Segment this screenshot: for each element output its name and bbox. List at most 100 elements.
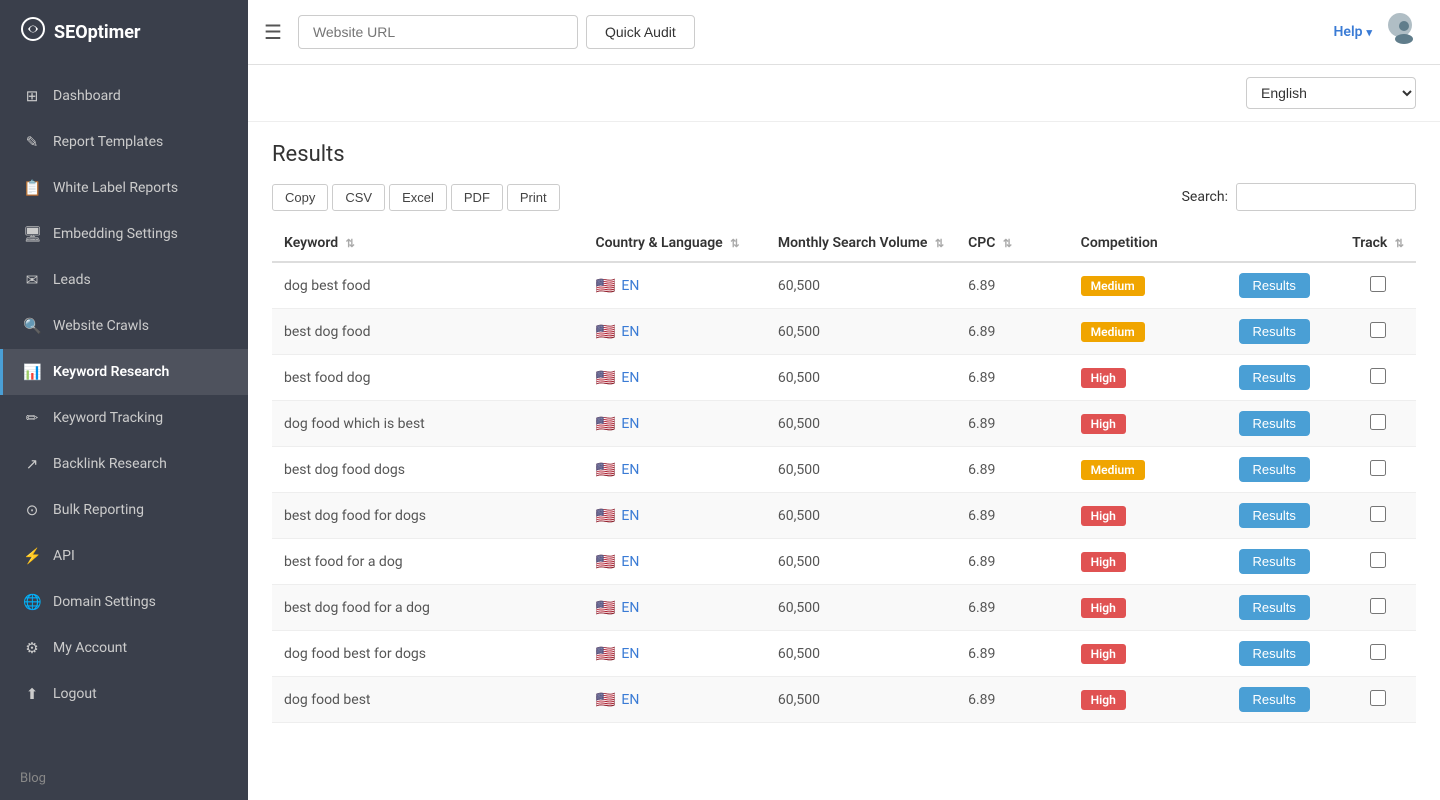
- results-section: Results CopyCSVExcelPDFPrint Search: Key…: [248, 122, 1440, 800]
- sidebar-icon-website-crawls: 🔍: [23, 317, 41, 335]
- hamburger-button[interactable]: ☰: [264, 20, 282, 44]
- header-right: Help ▾: [1334, 13, 1421, 52]
- table-row: best dog food🇺🇸EN60,5006.89MediumResults: [272, 309, 1416, 355]
- cell-competition: Medium: [1069, 262, 1227, 309]
- results-button[interactable]: Results: [1239, 319, 1310, 344]
- search-input[interactable]: [1236, 183, 1416, 211]
- flag-icon: 🇺🇸: [595, 598, 615, 617]
- header: SEOptimer ☰ Quick Audit Help ▾: [0, 0, 1440, 65]
- results-button[interactable]: Results: [1239, 365, 1310, 390]
- export-print-button[interactable]: Print: [507, 184, 560, 211]
- sidebar-icon-keyword-tracking: ✏: [23, 409, 41, 427]
- language-code: EN: [621, 646, 639, 662]
- cell-country: 🇺🇸EN: [583, 447, 765, 493]
- results-button[interactable]: Results: [1239, 641, 1310, 666]
- cell-competition: High: [1069, 677, 1227, 723]
- export-excel-button[interactable]: Excel: [389, 184, 447, 211]
- language-select[interactable]: EnglishSpanishFrenchGermanPortuguese: [1246, 77, 1416, 109]
- cell-volume: 60,500: [766, 539, 956, 585]
- sidebar-blog[interactable]: Blog: [0, 757, 248, 800]
- track-checkbox[interactable]: [1370, 552, 1386, 568]
- sidebar-icon-report-templates: ✎: [23, 133, 41, 151]
- track-checkbox[interactable]: [1370, 690, 1386, 706]
- sidebar-icon-domain-settings: 🌐: [23, 593, 41, 611]
- cell-competition: Medium: [1069, 309, 1227, 355]
- sidebar-item-embedding-settings[interactable]: 🖥Embedding Settings: [0, 211, 248, 257]
- cell-keyword: best dog food for dogs: [272, 493, 583, 539]
- sidebar-item-website-crawls[interactable]: 🔍Website Crawls: [0, 303, 248, 349]
- track-checkbox[interactable]: [1370, 644, 1386, 660]
- sort-track-icon[interactable]: ⇅: [1395, 237, 1404, 250]
- sidebar-icon-bulk-reporting: ⊙: [23, 501, 41, 519]
- quick-audit-button[interactable]: Quick Audit: [586, 15, 695, 49]
- results-button[interactable]: Results: [1239, 595, 1310, 620]
- sidebar-item-leads[interactable]: ✉Leads: [0, 257, 248, 303]
- col-header-results: [1227, 225, 1341, 262]
- results-button[interactable]: Results: [1239, 273, 1310, 298]
- sidebar-item-white-label-reports[interactable]: 📋White Label Reports: [0, 165, 248, 211]
- results-button[interactable]: Results: [1239, 503, 1310, 528]
- results-button[interactable]: Results: [1239, 411, 1310, 436]
- sidebar-item-bulk-reporting[interactable]: ⊙Bulk Reporting: [0, 487, 248, 533]
- language-code: EN: [621, 600, 639, 616]
- url-input[interactable]: [298, 15, 578, 49]
- cell-volume: 60,500: [766, 309, 956, 355]
- results-button[interactable]: Results: [1239, 549, 1310, 574]
- cell-keyword: dog food best: [272, 677, 583, 723]
- flag-icon: 🇺🇸: [595, 322, 615, 341]
- cell-track: [1340, 493, 1416, 539]
- export-buttons: CopyCSVExcelPDFPrint: [272, 184, 560, 211]
- cell-cpc: 6.89: [956, 262, 1069, 309]
- table-row: best dog food for dogs🇺🇸EN60,5006.89High…: [272, 493, 1416, 539]
- track-checkbox[interactable]: [1370, 414, 1386, 430]
- results-button[interactable]: Results: [1239, 457, 1310, 482]
- sidebar-item-keyword-tracking[interactable]: ✏Keyword Tracking: [0, 395, 248, 441]
- table-row: best food for a dog🇺🇸EN60,5006.89HighRes…: [272, 539, 1416, 585]
- user-avatar-button[interactable]: [1388, 13, 1420, 52]
- sidebar-item-keyword-research[interactable]: 📊Keyword Research: [0, 349, 248, 395]
- cell-volume: 60,500: [766, 447, 956, 493]
- competition-badge: High: [1081, 368, 1126, 388]
- flag-icon: 🇺🇸: [595, 414, 615, 433]
- cell-track: [1340, 401, 1416, 447]
- results-button[interactable]: Results: [1239, 687, 1310, 712]
- track-checkbox[interactable]: [1370, 276, 1386, 292]
- cell-competition: High: [1069, 401, 1227, 447]
- cell-results-btn: Results: [1227, 262, 1341, 309]
- track-checkbox[interactable]: [1370, 598, 1386, 614]
- competition-badge: High: [1081, 506, 1126, 526]
- sort-keyword-icon[interactable]: ⇅: [346, 237, 355, 250]
- sidebar-item-api[interactable]: ⚡API: [0, 533, 248, 579]
- export-pdf-button[interactable]: PDF: [451, 184, 503, 211]
- results-table-body: dog best food🇺🇸EN60,5006.89MediumResults…: [272, 262, 1416, 723]
- track-checkbox[interactable]: [1370, 322, 1386, 338]
- cell-results-btn: Results: [1227, 401, 1341, 447]
- cell-track: [1340, 447, 1416, 493]
- sort-cpc-icon[interactable]: ⇅: [1003, 237, 1012, 250]
- sort-volume-icon[interactable]: ⇅: [935, 237, 944, 250]
- table-row: dog food which is best🇺🇸EN60,5006.89High…: [272, 401, 1416, 447]
- sidebar-item-backlink-research[interactable]: ↗Backlink Research: [0, 441, 248, 487]
- sidebar-item-domain-settings[interactable]: 🌐Domain Settings: [0, 579, 248, 625]
- sidebar-item-my-account[interactable]: ⚙My Account: [0, 625, 248, 671]
- track-checkbox[interactable]: [1370, 506, 1386, 522]
- sidebar-item-logout[interactable]: ⬆Logout: [0, 671, 248, 717]
- sidebar-item-dashboard[interactable]: ⊞Dashboard: [0, 73, 248, 119]
- export-csv-button[interactable]: CSV: [332, 184, 385, 211]
- cell-volume: 60,500: [766, 262, 956, 309]
- sidebar-item-report-templates[interactable]: ✎Report Templates: [0, 119, 248, 165]
- sidebar-label-dashboard: Dashboard: [53, 88, 121, 104]
- sidebar-icon-backlink-research: ↗: [23, 455, 41, 473]
- cell-keyword: best dog food: [272, 309, 583, 355]
- sort-country-icon[interactable]: ⇅: [730, 237, 739, 250]
- flag-icon: 🇺🇸: [595, 368, 615, 387]
- sidebar-label-logout: Logout: [53, 686, 97, 702]
- track-checkbox[interactable]: [1370, 460, 1386, 476]
- track-checkbox[interactable]: [1370, 368, 1386, 384]
- cell-country: 🇺🇸EN: [583, 539, 765, 585]
- language-code: EN: [621, 416, 639, 432]
- col-header-competition: Competition: [1069, 225, 1227, 262]
- logo-icon: [20, 16, 46, 48]
- help-button[interactable]: Help ▾: [1334, 24, 1373, 40]
- export-copy-button[interactable]: Copy: [272, 184, 328, 211]
